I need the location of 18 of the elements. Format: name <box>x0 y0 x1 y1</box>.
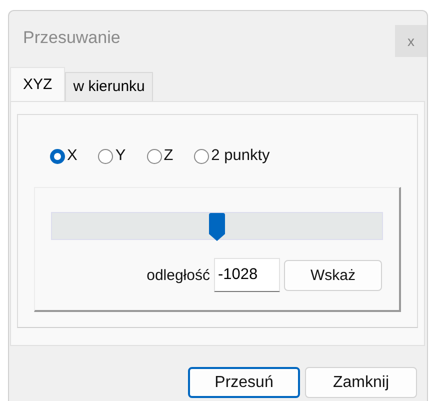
radio-label: Z <box>164 147 174 165</box>
radio-label: 2 punkty <box>211 147 270 165</box>
slider-thumb[interactable] <box>209 213 225 241</box>
radio-label: Y <box>115 147 126 165</box>
distance-label: odległość <box>146 266 210 284</box>
slider-track[interactable] <box>51 212 383 240</box>
window-title: Przesuwanie <box>23 28 120 48</box>
tab[interactable]: w kierunku <box>65 72 153 101</box>
dialog-button[interactable]: Przesuń <box>188 367 300 398</box>
pick-button[interactable]: Wskaż <box>284 260 382 290</box>
radio-button[interactable] <box>50 148 65 164</box>
radio-button[interactable] <box>194 148 210 164</box>
radio-label: X <box>67 147 78 165</box>
radio-button[interactable] <box>146 148 162 164</box>
radio-button[interactable] <box>98 148 114 164</box>
distance-field[interactable]: -1028 <box>214 258 280 292</box>
tab[interactable]: XYZ <box>10 67 66 101</box>
dialog-button[interactable]: Zamknij <box>305 367 417 398</box>
